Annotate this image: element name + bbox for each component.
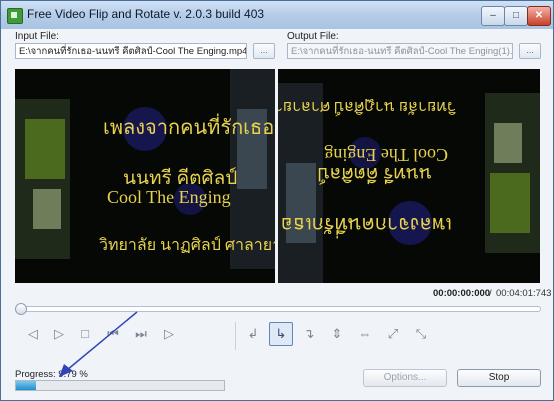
annotation-arrow: [59, 311, 138, 377]
app-window: Free Video Flip and Rotate v. 2.0.3 buil…: [0, 0, 554, 401]
